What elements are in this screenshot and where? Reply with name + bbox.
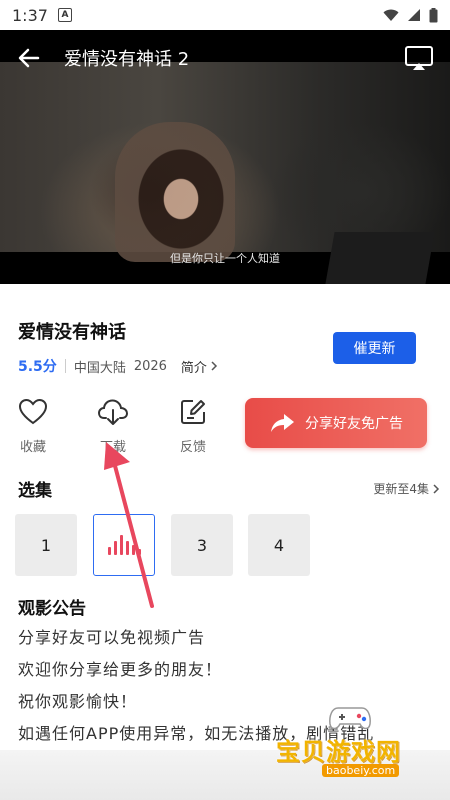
video-frame [0, 62, 450, 284]
video-subtitle: 但是你只让一个人知道 [170, 252, 280, 265]
chevron-right-icon [433, 483, 440, 494]
episodes-update-link[interactable]: 更新至4集 [373, 480, 440, 497]
download-label: 下载 [99, 440, 126, 455]
playing-equalizer-icon [107, 535, 141, 555]
notice-title: 观影公告 [18, 599, 86, 619]
episodes-header: 选集 更新至4集 [0, 474, 450, 514]
video-player[interactable]: 但是你只让一个人知道 爱情没有神话 2 [0, 30, 450, 284]
notice-line: 欢迎你分享给更多的朋友！ [18, 660, 223, 679]
episode-item-playing[interactable] [93, 514, 155, 576]
feedback-button[interactable]: 反馈 [166, 396, 220, 455]
download-button[interactable]: 下载 [86, 396, 140, 455]
meta-divider [64, 359, 66, 373]
show-score: 5.5分 [18, 359, 57, 375]
gamepad-icon [329, 707, 371, 730]
show-info: 爱情没有神话 5.5分 中国大陆 2026 简介 催更新 [0, 318, 450, 396]
wifi-icon [383, 9, 399, 21]
favorite-button[interactable]: 收藏 [6, 396, 60, 455]
status-time: 1:37 [12, 5, 48, 25]
episodes-title: 选集 [18, 481, 52, 501]
heart-icon [18, 398, 48, 425]
episode-item[interactable]: 1 [15, 514, 77, 576]
share-friends-button[interactable]: 分享好友免广告 [245, 398, 427, 448]
intro-label: 简介 [180, 360, 207, 376]
show-meta: 5.5分 中国大陆 2026 简介 [18, 356, 218, 376]
share-arrow-icon [271, 414, 294, 432]
video-title: 爱情没有神话 2 [64, 49, 190, 70]
notice-line: 分享好友可以免视频广告 [18, 628, 206, 647]
site-watermark: 宝贝游戏网 baobeiy.com [270, 700, 450, 790]
chevron-right-icon [211, 361, 217, 371]
show-name: 爱情没有神话 [18, 322, 126, 343]
urge-update-button[interactable]: 催更新 [333, 332, 416, 364]
battery-icon [429, 7, 438, 22]
episode-item[interactable]: 3 [171, 514, 233, 576]
watermark-text: 宝贝游戏网 [276, 738, 401, 766]
episode-list: 1 3 4 [0, 514, 450, 594]
episode-item[interactable]: 4 [248, 514, 310, 576]
show-region: 中国大陆 [73, 360, 126, 376]
video-top-bar: 爱情没有神话 2 [0, 30, 450, 86]
intro-link[interactable]: 简介 [181, 357, 218, 376]
feedback-label: 反馈 [179, 440, 206, 455]
cloud-download-icon [97, 399, 129, 425]
action-row: 收藏 下载 反馈 分享好友免广告 [0, 396, 450, 474]
cast-screen-icon[interactable] [404, 45, 434, 71]
back-arrow-icon[interactable] [16, 45, 42, 71]
show-year: 2026 [133, 358, 167, 374]
favorite-label: 收藏 [19, 440, 46, 455]
share-label: 分享好友免广告 [305, 416, 403, 432]
update-status: 更新至4集 [373, 482, 429, 496]
notification-badge-icon: A [57, 8, 72, 22]
status-bar: 1:37 A [0, 0, 450, 30]
edit-feedback-icon [181, 400, 205, 424]
video-figure [115, 122, 235, 262]
watermark-url: baobeiy.com [322, 764, 400, 777]
signal-icon [408, 9, 420, 21]
